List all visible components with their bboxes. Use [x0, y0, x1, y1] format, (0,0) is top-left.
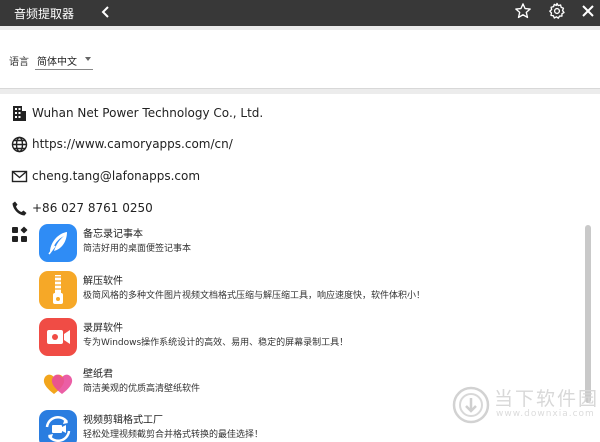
app-item[interactable]: 录屏软件 专为Windows操作系统设计的高效、易用、稳定的屏幕录制工具！: [39, 318, 579, 360]
gear-icon[interactable]: [548, 2, 566, 20]
apps-grid-icon: [12, 226, 28, 242]
chevron-down-icon: [85, 57, 91, 61]
record-icon: [39, 318, 77, 356]
app-description: 简洁好用的桌面便签记事本: [83, 244, 192, 254]
mail-icon: [11, 170, 28, 183]
globe-icon: [11, 136, 28, 153]
hearts-icon: [39, 364, 77, 402]
app-description: 专为Windows操作系统设计的高效、易用、稳定的屏幕录制工具！: [83, 338, 349, 348]
close-icon[interactable]: [580, 3, 596, 19]
phone-icon: [12, 201, 27, 216]
watermark-name: 当下软件园: [494, 388, 600, 410]
app-name: 备忘录记事本: [83, 229, 143, 240]
app-name: 解压软件: [83, 276, 123, 287]
watermark-url: www.downxia.com: [496, 409, 595, 419]
title-bar: 音频提取器: [0, 0, 600, 26]
language-select[interactable]: 简体中文: [35, 48, 93, 70]
app-name: 录屏软件: [83, 323, 123, 334]
website-link[interactable]: https://www.camoryapps.com/cn/: [32, 137, 233, 151]
zip-icon: [39, 271, 77, 309]
language-value: 简体中文: [37, 57, 77, 68]
app-item[interactable]: 解压软件 极简风格的多种文件图片视频文档格式压缩与解压缩工具，响应速度快，软件体…: [39, 271, 579, 313]
vertical-scrollbar[interactable]: [585, 225, 591, 403]
app-item[interactable]: 备忘录记事本 简洁好用的桌面便签记事本: [39, 224, 579, 266]
company-name: Wuhan Net Power Technology Co., Ltd.: [32, 106, 264, 120]
app-description: 简洁美观的优质高清壁纸软件: [83, 384, 201, 394]
phone-number: +86 027 8761 0250: [32, 201, 153, 215]
language-settings: 语言 简体中文: [0, 30, 600, 89]
feather-icon: [39, 224, 77, 262]
language-label: 语言: [9, 57, 29, 68]
star-icon[interactable]: [514, 2, 532, 20]
app-name: 视频剪辑格式工厂: [83, 415, 163, 426]
video-convert-icon: [39, 410, 77, 442]
watermark-logo-icon: [452, 386, 490, 424]
window-title: 音频提取器: [14, 7, 75, 21]
app-description: 极简风格的多种文件图片视频文档格式压缩与解压缩工具，响应速度快，软件体积小！: [83, 291, 426, 301]
app-name: 壁纸君: [83, 369, 113, 380]
building-icon: [13, 106, 26, 121]
watermark: 当下软件园 www.downxia.com: [452, 380, 597, 430]
app-description: 轻松处理视频截剪合并格式转换的最佳选择！: [83, 430, 264, 440]
back-arrow-icon[interactable]: [98, 1, 114, 23]
email-link[interactable]: cheng.tang@lafonapps.com: [32, 169, 200, 183]
